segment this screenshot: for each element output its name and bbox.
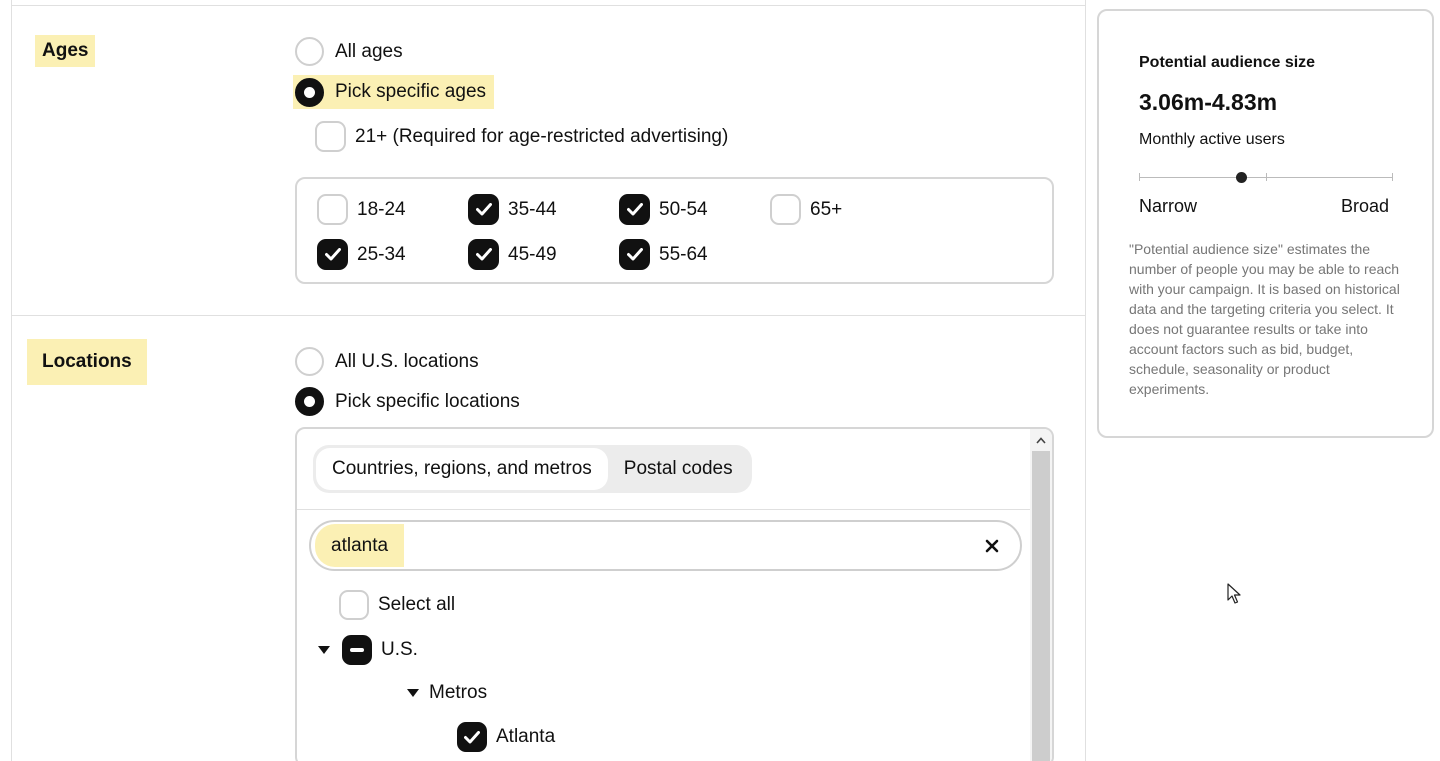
tab-countries-regions-metros[interactable]: Countries, regions, and metros: [316, 448, 608, 490]
age-label: 18-24: [357, 198, 406, 220]
age-35-44[interactable]: 35-44: [468, 194, 557, 225]
tree-node-metros[interactable]: Metros: [407, 682, 487, 704]
location-search-input[interactable]: atlanta: [309, 520, 1022, 571]
radio-label: Pick specific locations: [335, 390, 520, 412]
checkbox-partial[interactable]: [342, 635, 372, 665]
select-all-checkbox[interactable]: Select all: [339, 590, 455, 620]
ages-section-label: Ages: [35, 35, 96, 67]
radio-all-ages[interactable]: All ages: [295, 37, 403, 66]
audience-breadth-meter: [1139, 172, 1393, 183]
radio-label: Pick specific ages: [335, 81, 487, 102]
expand-caret-icon[interactable]: [318, 646, 330, 654]
age-label: 35-44: [508, 198, 557, 220]
broad-label: Broad: [1341, 196, 1390, 216]
narrow-label: Narrow: [1139, 196, 1198, 216]
checkbox[interactable]: [339, 590, 369, 620]
age-label: 65+: [810, 198, 843, 220]
audience-size-value: 3.06m-4.83m: [1139, 89, 1278, 115]
check-icon: [626, 248, 643, 261]
checkbox[interactable]: [317, 194, 348, 225]
check-icon: [626, 203, 643, 216]
tree-node-atlanta[interactable]: Atlanta: [457, 722, 555, 752]
meter-tick: [1139, 173, 1140, 181]
age-55-64[interactable]: 55-64: [619, 239, 708, 270]
check-icon: [324, 248, 341, 261]
radio-pick-specific-locations[interactable]: Pick specific locations: [295, 387, 520, 416]
audience-size-unit: Monthly active users: [1139, 131, 1285, 148]
checkbox[interactable]: [770, 194, 801, 225]
locations-picker: Countries, regions, and metros Postal co…: [295, 427, 1054, 761]
divider: [12, 5, 1085, 6]
locations-section-label: Locations: [27, 339, 147, 385]
minus-icon: [350, 648, 364, 652]
checkbox-label: 21+ (Required for age-restricted adverti…: [355, 125, 729, 147]
select-all-label: Select all: [378, 594, 456, 615]
check-icon: [464, 730, 480, 743]
age-label: 45-49: [508, 243, 557, 265]
tab-postal-codes[interactable]: Postal codes: [608, 448, 749, 490]
tree-node-us[interactable]: U.S.: [318, 635, 418, 665]
radio-button-selected[interactable]: [295, 77, 324, 107]
location-tabs: Countries, regions, and metros Postal co…: [313, 445, 752, 493]
radio-pick-specific-ages[interactable]: Pick specific ages: [293, 75, 495, 109]
radio-label: All ages: [335, 40, 403, 62]
age-65-plus[interactable]: 65+: [770, 194, 842, 225]
scroll-up-arrow-icon[interactable]: [1030, 431, 1052, 449]
check-icon: [475, 203, 492, 216]
divider: [12, 315, 1085, 316]
age-18-24[interactable]: 18-24: [317, 194, 406, 225]
audience-size-explanation: "Potential audience size" estimates the …: [1129, 241, 1400, 397]
age-label: 25-34: [357, 243, 406, 265]
audience-card-title: Potential audience size: [1139, 54, 1316, 71]
meter-tick: [1392, 173, 1393, 181]
radio-button-selected[interactable]: [295, 387, 324, 416]
tree-label: Atlanta: [496, 726, 556, 747]
meter-indicator: [1235, 172, 1247, 183]
checkbox-checked[interactable]: [457, 722, 487, 752]
search-value[interactable]: atlanta: [315, 524, 405, 567]
age-50-54[interactable]: 50-54: [619, 194, 708, 225]
radio-all-us-locations[interactable]: All U.S. locations: [295, 347, 479, 376]
radio-label: All U.S. locations: [335, 350, 479, 372]
age-ranges-box: 18-24 25-34 35-44 45-49 50-54 55-64 65+: [295, 177, 1054, 284]
mouse-cursor-icon: [1227, 583, 1241, 604]
checkbox[interactable]: [315, 121, 346, 152]
expand-caret-icon[interactable]: [407, 689, 419, 697]
tree-label: Metros: [429, 682, 488, 703]
meter-tick: [1266, 173, 1267, 181]
check-icon: [475, 248, 492, 261]
scrollbar[interactable]: [1030, 429, 1052, 761]
age-label: 50-54: [659, 198, 708, 220]
checkbox-21-plus[interactable]: 21+ (Required for age-restricted adverti…: [315, 121, 728, 152]
age-45-49[interactable]: 45-49: [468, 239, 557, 270]
audience-size-card: Potential audience size 3.06m-4.83m Mont…: [1097, 9, 1434, 438]
age-25-34[interactable]: 25-34: [317, 239, 406, 270]
divider: [297, 509, 1030, 510]
scroll-thumb[interactable]: [1032, 451, 1050, 761]
radio-button[interactable]: [295, 37, 324, 66]
checkbox-checked[interactable]: [468, 194, 499, 225]
checkbox-checked[interactable]: [468, 239, 499, 270]
checkbox-checked[interactable]: [619, 194, 650, 225]
age-label: 55-64: [659, 243, 708, 265]
tree-label: U.S.: [381, 639, 418, 660]
checkbox-checked[interactable]: [619, 239, 650, 270]
radio-button[interactable]: [295, 347, 324, 376]
clear-search-icon[interactable]: [980, 534, 1004, 558]
checkbox-checked[interactable]: [317, 239, 348, 270]
